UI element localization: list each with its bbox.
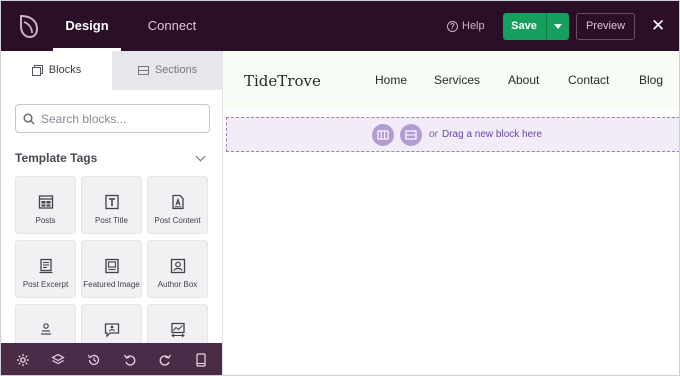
- comments-icon: [104, 323, 120, 338]
- tile-label: Post Excerpt: [22, 280, 69, 289]
- block-posts[interactable]: Posts: [15, 176, 76, 234]
- block-featured-image[interactable]: Featured Image: [81, 240, 142, 298]
- redo-icon[interactable]: [158, 353, 172, 367]
- tab-connect[interactable]: Connect: [137, 1, 207, 51]
- tab-blocks[interactable]: Blocks: [1, 51, 112, 90]
- tile-label: Author Box: [157, 280, 198, 289]
- nav-item-services[interactable]: Services: [434, 73, 480, 87]
- site-title[interactable]: TideTrove: [244, 72, 321, 90]
- nav-item-contact[interactable]: Contact: [568, 73, 609, 87]
- search-input[interactable]: Search blocks...: [41, 112, 126, 126]
- app-frame: Design Connect ? Help Save Preview ✕ Blo…: [0, 0, 680, 376]
- featured-image-icon: [105, 258, 119, 274]
- tile-label: Posts: [35, 216, 56, 225]
- template-tags-header[interactable]: Template Tags: [15, 150, 207, 166]
- undo-icon[interactable]: [123, 353, 137, 367]
- tab-blocks-label: Blocks: [48, 64, 82, 76]
- tab-design[interactable]: Design: [53, 1, 121, 51]
- help-label: Help: [462, 20, 485, 32]
- close-icon[interactable]: ✕: [651, 17, 665, 34]
- nav-item-blog[interactable]: Blog: [639, 73, 663, 87]
- nav-item-about[interactable]: About: [508, 73, 539, 87]
- block-post-excerpt[interactable]: Post Excerpt: [15, 240, 76, 298]
- search-blocks-field[interactable]: Search blocks...: [15, 104, 210, 133]
- post-title-icon: [105, 194, 119, 210]
- chevron-down-icon: [195, 151, 206, 161]
- block-author-box[interactable]: Author Box: [147, 240, 208, 298]
- tile-label: Post Title: [95, 216, 128, 225]
- caret-down-icon: [554, 24, 562, 29]
- site-header[interactable]: TideTrove Home Services About Contact Bl…: [223, 51, 679, 109]
- preview-button[interactable]: Preview: [576, 13, 635, 40]
- save-options-dropdown[interactable]: [547, 13, 569, 40]
- block-drop-zone[interactable]: or Drag a new block here: [226, 117, 679, 152]
- page-canvas: TideTrove Home Services About Contact Bl…: [223, 51, 679, 375]
- block-post-content[interactable]: Post Content: [147, 176, 208, 234]
- post-excerpt-icon: [39, 258, 53, 274]
- section-layout-icon: [405, 130, 417, 140]
- post-content-icon: [172, 194, 184, 210]
- save-button-group: Save: [503, 13, 569, 40]
- columns-icon: [377, 130, 389, 140]
- history-icon[interactable]: [87, 353, 101, 367]
- tile-label: Post Content: [154, 216, 201, 225]
- tab-sections-label: Sections: [154, 64, 198, 76]
- author-box-icon: [170, 258, 186, 274]
- search-icon: [23, 112, 35, 125]
- drop-zone-or: or: [429, 129, 438, 140]
- drop-zone-hint: Drag a new block here: [442, 129, 543, 140]
- help-button[interactable]: ? Help: [447, 18, 485, 34]
- layers-icon[interactable]: [51, 353, 66, 367]
- question-circle-icon: ?: [447, 20, 458, 32]
- block-post-title[interactable]: Post Title: [81, 176, 142, 234]
- post-navigation-icon: [171, 322, 185, 338]
- tab-sections[interactable]: Sections: [112, 51, 222, 90]
- top-bar: Design Connect ? Help Save Preview ✕: [1, 1, 679, 51]
- sections-icon: [137, 66, 149, 75]
- bottom-toolbar: [1, 343, 222, 375]
- save-button[interactable]: Save: [503, 13, 545, 40]
- settings-icon[interactable]: [16, 353, 30, 367]
- add-columns-button[interactable]: [372, 124, 394, 146]
- seedprod-logo-icon[interactable]: [16, 13, 40, 39]
- add-section-button[interactable]: [400, 124, 422, 146]
- sidebar: Blocks Sections Search blocks... Templat…: [1, 51, 223, 375]
- nav-item-home[interactable]: Home: [375, 73, 407, 87]
- blocks-icon: [31, 65, 43, 76]
- device-preview-icon[interactable]: [194, 353, 208, 367]
- posts-icon: [38, 195, 54, 209]
- post-info-icon: [41, 323, 51, 335]
- template-tags-title: Template Tags: [15, 151, 98, 165]
- tile-label: Featured Image: [83, 280, 140, 289]
